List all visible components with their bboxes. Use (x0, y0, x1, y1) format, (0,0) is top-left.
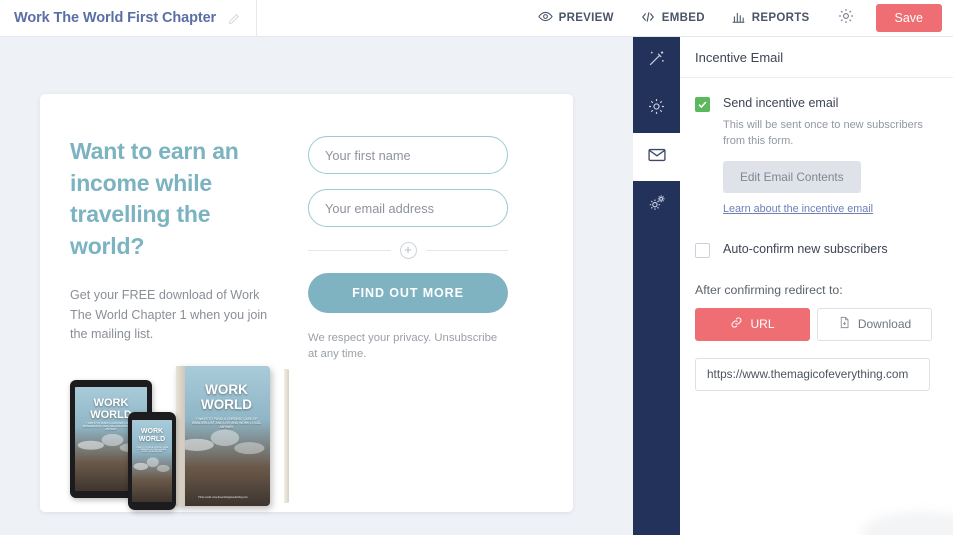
reports-label: REPORTS (751, 12, 810, 24)
panel-heading: Incentive Email (680, 37, 953, 78)
eye-icon (537, 9, 553, 27)
incentive-email-panel: Incentive Email Send incentive email Thi… (680, 37, 953, 535)
panel-body: Send incentive email This will be sent o… (680, 78, 953, 391)
page-title: Work The World First Chapter (14, 10, 217, 26)
divider-line-right (425, 250, 508, 251)
rail-item-integrations[interactable] (633, 181, 680, 229)
auto-confirm-checkbox[interactable] (695, 242, 710, 258)
code-icon (640, 10, 656, 27)
cover-subtitle: 7 WAYS TO FUND A CHRONIC CASE OF WANDERL… (191, 417, 262, 430)
preview-headline: Want to earn an income while travelling … (70, 138, 239, 259)
first-name-input[interactable]: Your first name (308, 136, 508, 174)
redirect-url-input[interactable]: https://www.themagicofeverything.com (695, 357, 930, 391)
gear-icon (837, 7, 855, 30)
book-pages-edge (284, 368, 289, 503)
auto-confirm-label: Auto-confirm new subscribers (723, 241, 888, 256)
add-field-divider: + (308, 242, 508, 259)
tablet-title-line2: WORLD (90, 409, 132, 422)
redirect-download-label: Download (857, 317, 912, 332)
gear-icon (647, 97, 666, 121)
phone-screen: WORK WORLD 7 WAYS TO FUND A CHRONIC CASE… (132, 419, 172, 502)
edit-email-contents-button[interactable]: Edit Email Contents (723, 160, 861, 193)
preview-form-column: Your first name Your email address + FIN… (308, 94, 543, 512)
phone-title-line1: WORK (140, 427, 164, 435)
preview-label: PREVIEW (558, 12, 614, 24)
magic-wand-icon (647, 49, 666, 73)
redirect-url-label: URL (750, 317, 775, 332)
learn-incentive-link[interactable]: Learn about the incentive email (723, 203, 938, 215)
phone-title-line2: WORLD (138, 435, 166, 443)
link-icon (730, 316, 743, 332)
landing-page-preview[interactable]: Want to earn an income while travelling … (40, 94, 573, 512)
plus-circle-icon[interactable]: + (399, 242, 417, 259)
divider-line-left (308, 250, 391, 251)
editor-icon-rail (633, 37, 680, 535)
book-cover: WORK WORLD 7 WAYS TO FUND A CHRONIC CASE… (176, 365, 270, 506)
book-mockup-image: WORK WORLD 7 WAYS TO FUND A CHRONIC CASE… (70, 365, 289, 514)
pencil-icon[interactable] (227, 11, 242, 26)
canvas-area: Want to earn an income while travelling … (0, 37, 633, 535)
send-incentive-label: Send incentive email (723, 96, 839, 110)
tablet-title-line1: WORK (93, 396, 129, 409)
preview-left-column: Want to earn an income while travelling … (40, 94, 308, 512)
reports-button[interactable]: REPORTS (718, 0, 823, 37)
rail-item-design[interactable] (633, 37, 680, 85)
redirect-toggle-group: URL Download (695, 307, 938, 341)
find-out-more-button[interactable]: FIND OUT MORE (308, 273, 508, 313)
preview-subcopy: Get your FREE download of Work The World… (70, 288, 268, 342)
preview-button[interactable]: PREVIEW (525, 0, 627, 37)
embed-button[interactable]: EMBED (627, 0, 718, 37)
save-button[interactable]: Save (875, 4, 942, 32)
email-input[interactable]: Your email address (308, 189, 508, 227)
cover-footer: Photo credit: www.theworkingtravellerblo… (198, 495, 248, 499)
phone-cover-title: WORK WORLD (132, 428, 172, 444)
send-incentive-row[interactable]: Send incentive email (695, 96, 938, 112)
redirect-label: After confirming redirect to: (695, 282, 843, 297)
title-zone: Work The World First Chapter (0, 0, 256, 37)
envelope-icon (647, 145, 667, 170)
send-incentive-help: This will be sent once to new subscriber… (723, 119, 923, 147)
redirect-download-button[interactable]: Download (817, 307, 932, 341)
privacy-note: We respect your privacy. Unsubscribe at … (308, 332, 498, 361)
top-bar: Work The World First Chapter PREVIEW EMB… (0, 0, 953, 37)
cover-title-line1: WORK (205, 382, 248, 398)
redirect-url-button[interactable]: URL (695, 307, 810, 341)
settings-cogs-icon (647, 193, 667, 218)
cover-title: WORK WORLD (176, 382, 270, 412)
bar-chart-icon (731, 10, 746, 27)
cover-title-line2: WORLD (201, 397, 252, 413)
phone-mockup: WORK WORLD 7 WAYS TO FUND A CHRONIC CASE… (128, 411, 176, 510)
title-divider (256, 0, 258, 37)
embed-label: EMBED (661, 12, 705, 24)
top-bar-actions: PREVIEW EMBED REPORTS Save (525, 0, 953, 37)
rail-item-email[interactable] (633, 133, 680, 181)
rail-item-settings[interactable] (633, 85, 680, 133)
app-root: Work The World First Chapter PREVIEW EMB… (0, 0, 953, 535)
file-download-icon (838, 316, 851, 332)
send-incentive-checkbox[interactable] (695, 97, 710, 112)
settings-button[interactable] (823, 0, 869, 37)
phone-cover-subtitle: 7 WAYS TO FUND A CHRONIC CASE OF WANDERL… (135, 446, 169, 453)
auto-confirm-row[interactable]: Auto-confirm new subscribers (695, 242, 938, 258)
